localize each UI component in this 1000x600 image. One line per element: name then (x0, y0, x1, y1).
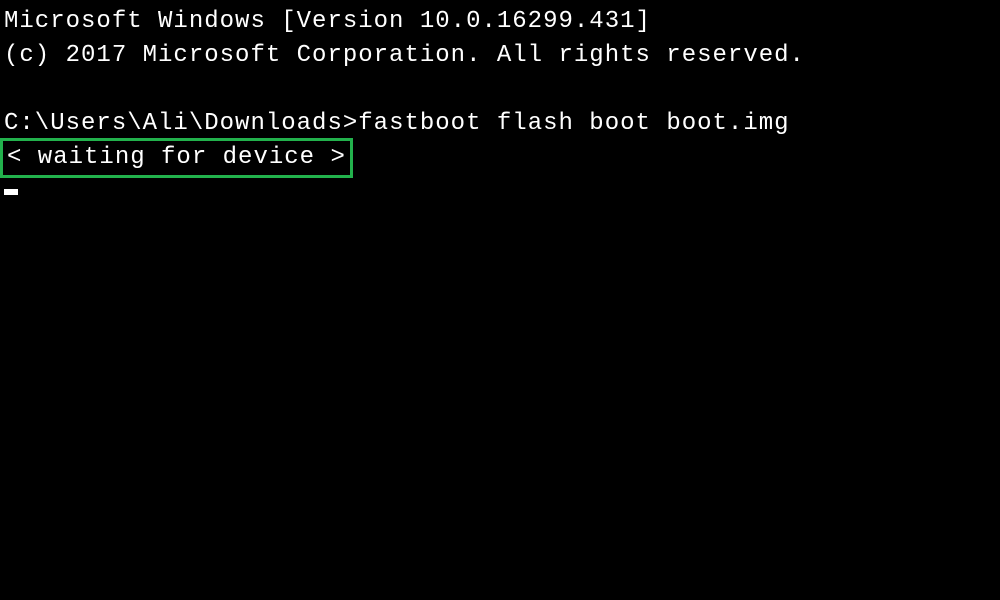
prompt-command-line: C:\Users\Ali\Downloads>fastboot flash bo… (0, 107, 1000, 141)
prompt-path: C:\Users\Ali\Downloads> (4, 110, 358, 137)
command-prompt-terminal[interactable]: Microsoft Windows [Version 10.0.16299.43… (0, 0, 1000, 600)
blank-line (0, 73, 1000, 107)
waiting-status-highlight: < waiting for device > (0, 138, 353, 178)
windows-version-line: Microsoft Windows [Version 10.0.16299.43… (0, 5, 1000, 39)
copyright-line: (c) 2017 Microsoft Corporation. All righ… (0, 39, 1000, 73)
text-cursor (4, 189, 18, 195)
typed-command: fastboot flash boot boot.img (358, 110, 789, 137)
cursor-row (0, 181, 1000, 208)
